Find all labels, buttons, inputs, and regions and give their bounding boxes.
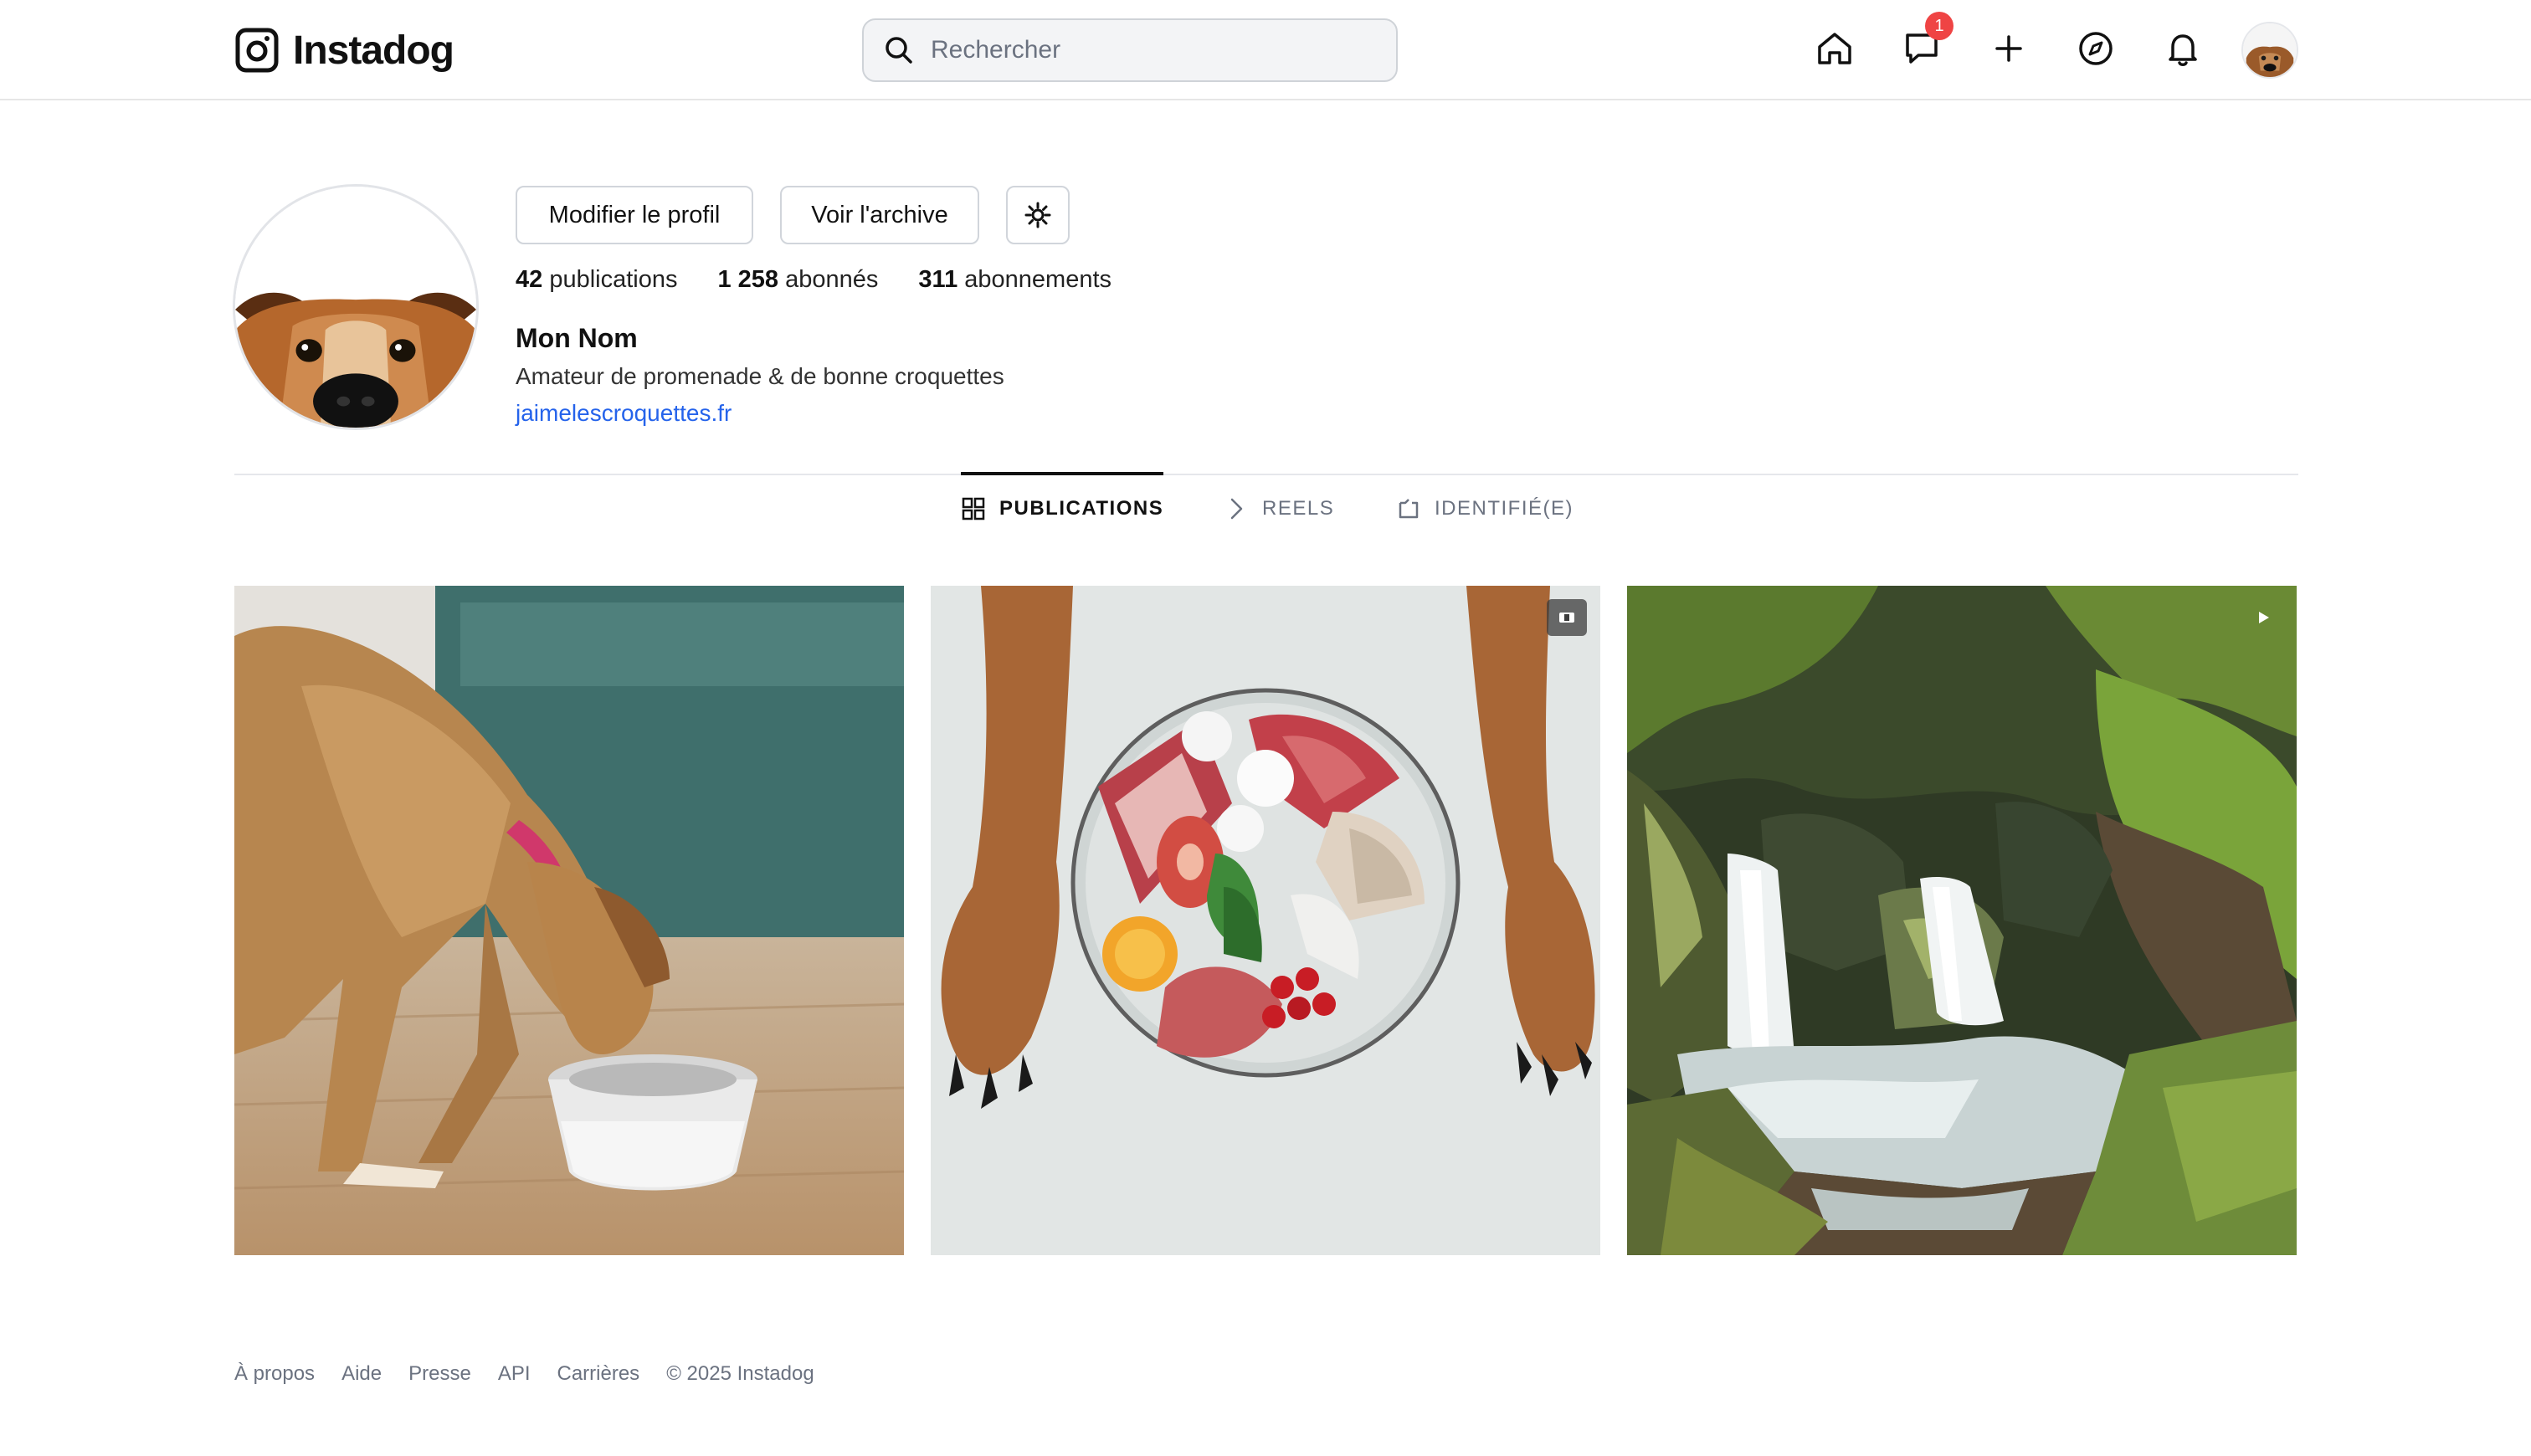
instagram-camera-icon	[235, 28, 279, 73]
tab-tagged[interactable]: IDENTIFIÉ(E)	[1396, 474, 1574, 544]
profile-avatar[interactable]	[233, 184, 479, 430]
posts-label: publications	[549, 266, 678, 293]
tab-publications[interactable]: PUBLICATIONS	[961, 472, 1164, 542]
posts-count: 42	[516, 266, 543, 293]
messages-badge: 1	[1925, 12, 1953, 40]
footer-copyright: © 2025 Instadog	[666, 1362, 814, 1385]
video-badge	[2243, 599, 2283, 636]
posts-stat[interactable]: 42 publications	[516, 266, 677, 294]
dog-avatar-image	[2243, 23, 2297, 77]
app-logo[interactable]: Instadog	[234, 23, 454, 77]
app-name: Instadog	[293, 28, 454, 73]
followers-stat[interactable]: 1 258 abonnés	[717, 266, 878, 294]
post-thumbnail[interactable]	[234, 586, 904, 1255]
home-icon	[1818, 33, 1851, 64]
post-thumbnail[interactable]	[1627, 586, 2297, 1255]
view-archive-button[interactable]: Voir l'archive	[780, 186, 979, 244]
video-icon	[2259, 612, 2269, 623]
followers-label: abonnés	[785, 266, 879, 293]
nav-notifications-button[interactable]	[2159, 25, 2206, 72]
tab-reels[interactable]: REELS	[1224, 474, 1334, 544]
search-bar	[862, 18, 1398, 82]
chevron-right-icon	[1230, 498, 1243, 520]
carousel-icon	[1559, 613, 1574, 623]
nav-home-button[interactable]	[1811, 25, 1858, 72]
post-thumbnail[interactable]	[931, 586, 1600, 1255]
gear-icon	[1024, 202, 1051, 228]
forest-waterfall-photo	[1627, 586, 2297, 1255]
tab-tagged-label: IDENTIFIÉ(E)	[1435, 497, 1574, 520]
nav-create-button[interactable]	[1985, 25, 2032, 72]
footer-link-help[interactable]: Aide	[341, 1362, 382, 1386]
profile-bio: Amateur de promenade & de bonne croquett…	[516, 363, 1004, 389]
bell-icon	[2169, 34, 2197, 66]
profile-stats: 42 publications 1 258 abonnés 311 abonne…	[516, 266, 1152, 294]
edit-profile-button[interactable]: Modifier le profil	[516, 186, 753, 244]
profile-name: Mon Nom	[516, 323, 638, 353]
following-stat[interactable]: 311 abonnements	[918, 266, 1111, 294]
followers-count: 1 258	[717, 266, 779, 293]
top-navbar: Instadog 1	[0, 0, 2531, 100]
footer-link-about[interactable]: À propos	[234, 1362, 315, 1386]
tab-reels-label: REELS	[1262, 497, 1335, 520]
carousel-badge	[1547, 599, 1587, 636]
tab-publications-label: PUBLICATIONS	[999, 497, 1164, 520]
grid-icon	[962, 497, 985, 520]
footer: À propos Aide Presse API Carrières © 202…	[234, 1362, 814, 1386]
tag-icon	[1399, 499, 1419, 519]
search-input[interactable]	[931, 36, 1383, 64]
nav-messages-button[interactable]: 1	[1898, 12, 1953, 72]
footer-link-careers[interactable]: Carrières	[557, 1362, 640, 1386]
following-label: abonnements	[964, 266, 1112, 293]
dog-eating-photo	[234, 586, 904, 1255]
dog-avatar-image	[235, 187, 476, 428]
footer-link-api[interactable]: API	[498, 1362, 531, 1386]
explore-compass-icon	[2079, 32, 2113, 65]
settings-button[interactable]	[1006, 186, 1070, 244]
profile-website-link[interactable]: jaimelescroquettes.fr	[516, 400, 732, 427]
following-count: 311	[918, 266, 958, 293]
plus-icon	[1995, 35, 2022, 62]
footer-link-press[interactable]: Presse	[408, 1362, 471, 1386]
nav-explore-button[interactable]	[2072, 25, 2119, 72]
raw-food-plate-photo	[931, 586, 1600, 1255]
search-icon	[886, 37, 912, 64]
nav-profile-avatar[interactable]	[2241, 22, 2298, 79]
